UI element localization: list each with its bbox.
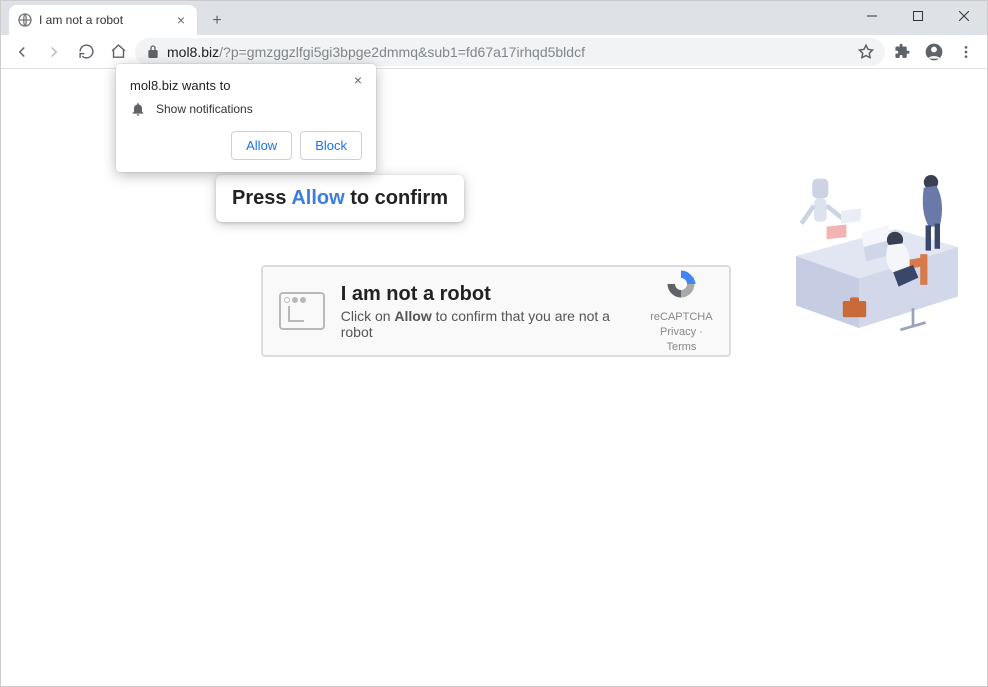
notification-permission-prompt: × mol8.biz wants to Show notifications A… [116, 64, 376, 172]
extensions-button[interactable] [887, 37, 917, 67]
menu-button[interactable] [951, 37, 981, 67]
window-maximize-button[interactable] [895, 1, 941, 31]
recaptcha-links[interactable]: Privacy · Terms [644, 325, 719, 356]
window-minimize-button[interactable] [849, 1, 895, 31]
url-text: mol8.biz/?p=gmzggzlfgi5gi3bpge2dmmq&sub1… [167, 44, 851, 60]
press-allow-banner: Press Allow to confirm [216, 175, 464, 222]
recaptcha-icon [663, 266, 699, 302]
captcha-card: I am not a robot Click on Allow to confi… [261, 265, 731, 357]
browser-window-icon [279, 292, 325, 330]
banner-allow-word: Allow [291, 187, 344, 209]
lock-icon [145, 44, 161, 60]
home-button[interactable] [103, 37, 133, 67]
captcha-subtext: Click on Allow to confirm that you are n… [341, 308, 644, 340]
bell-icon [130, 101, 146, 117]
prompt-close-button[interactable]: × [348, 70, 368, 90]
back-button[interactable] [7, 37, 37, 67]
globe-icon [17, 12, 33, 28]
window-titlebar: I am not a robot × + [1, 1, 987, 35]
tab-close-icon[interactable]: × [173, 12, 189, 28]
forward-button[interactable] [39, 37, 69, 67]
banner-post: to confirm [345, 187, 448, 209]
recaptcha-brand: reCAPTCHA [644, 310, 719, 325]
profile-button[interactable] [919, 37, 949, 67]
address-bar[interactable]: mol8.biz/?p=gmzggzlfgi5gi3bpge2dmmq&sub1… [135, 38, 885, 66]
reload-button[interactable] [71, 37, 101, 67]
prompt-title: mol8.biz wants to [130, 78, 362, 93]
banner-pre: Press [232, 187, 291, 209]
tab-title: I am not a robot [39, 13, 167, 27]
window-close-button[interactable] [941, 1, 987, 31]
new-tab-button[interactable]: + [203, 7, 231, 35]
bookmark-star-icon[interactable] [857, 43, 875, 61]
browser-tab[interactable]: I am not a robot × [9, 5, 197, 35]
block-button[interactable]: Block [300, 131, 362, 160]
office-illustration [787, 139, 967, 339]
captcha-heading: I am not a robot [341, 283, 644, 306]
prompt-option-label: Show notifications [156, 102, 253, 116]
allow-button[interactable]: Allow [231, 131, 292, 160]
window-controls [849, 1, 987, 35]
